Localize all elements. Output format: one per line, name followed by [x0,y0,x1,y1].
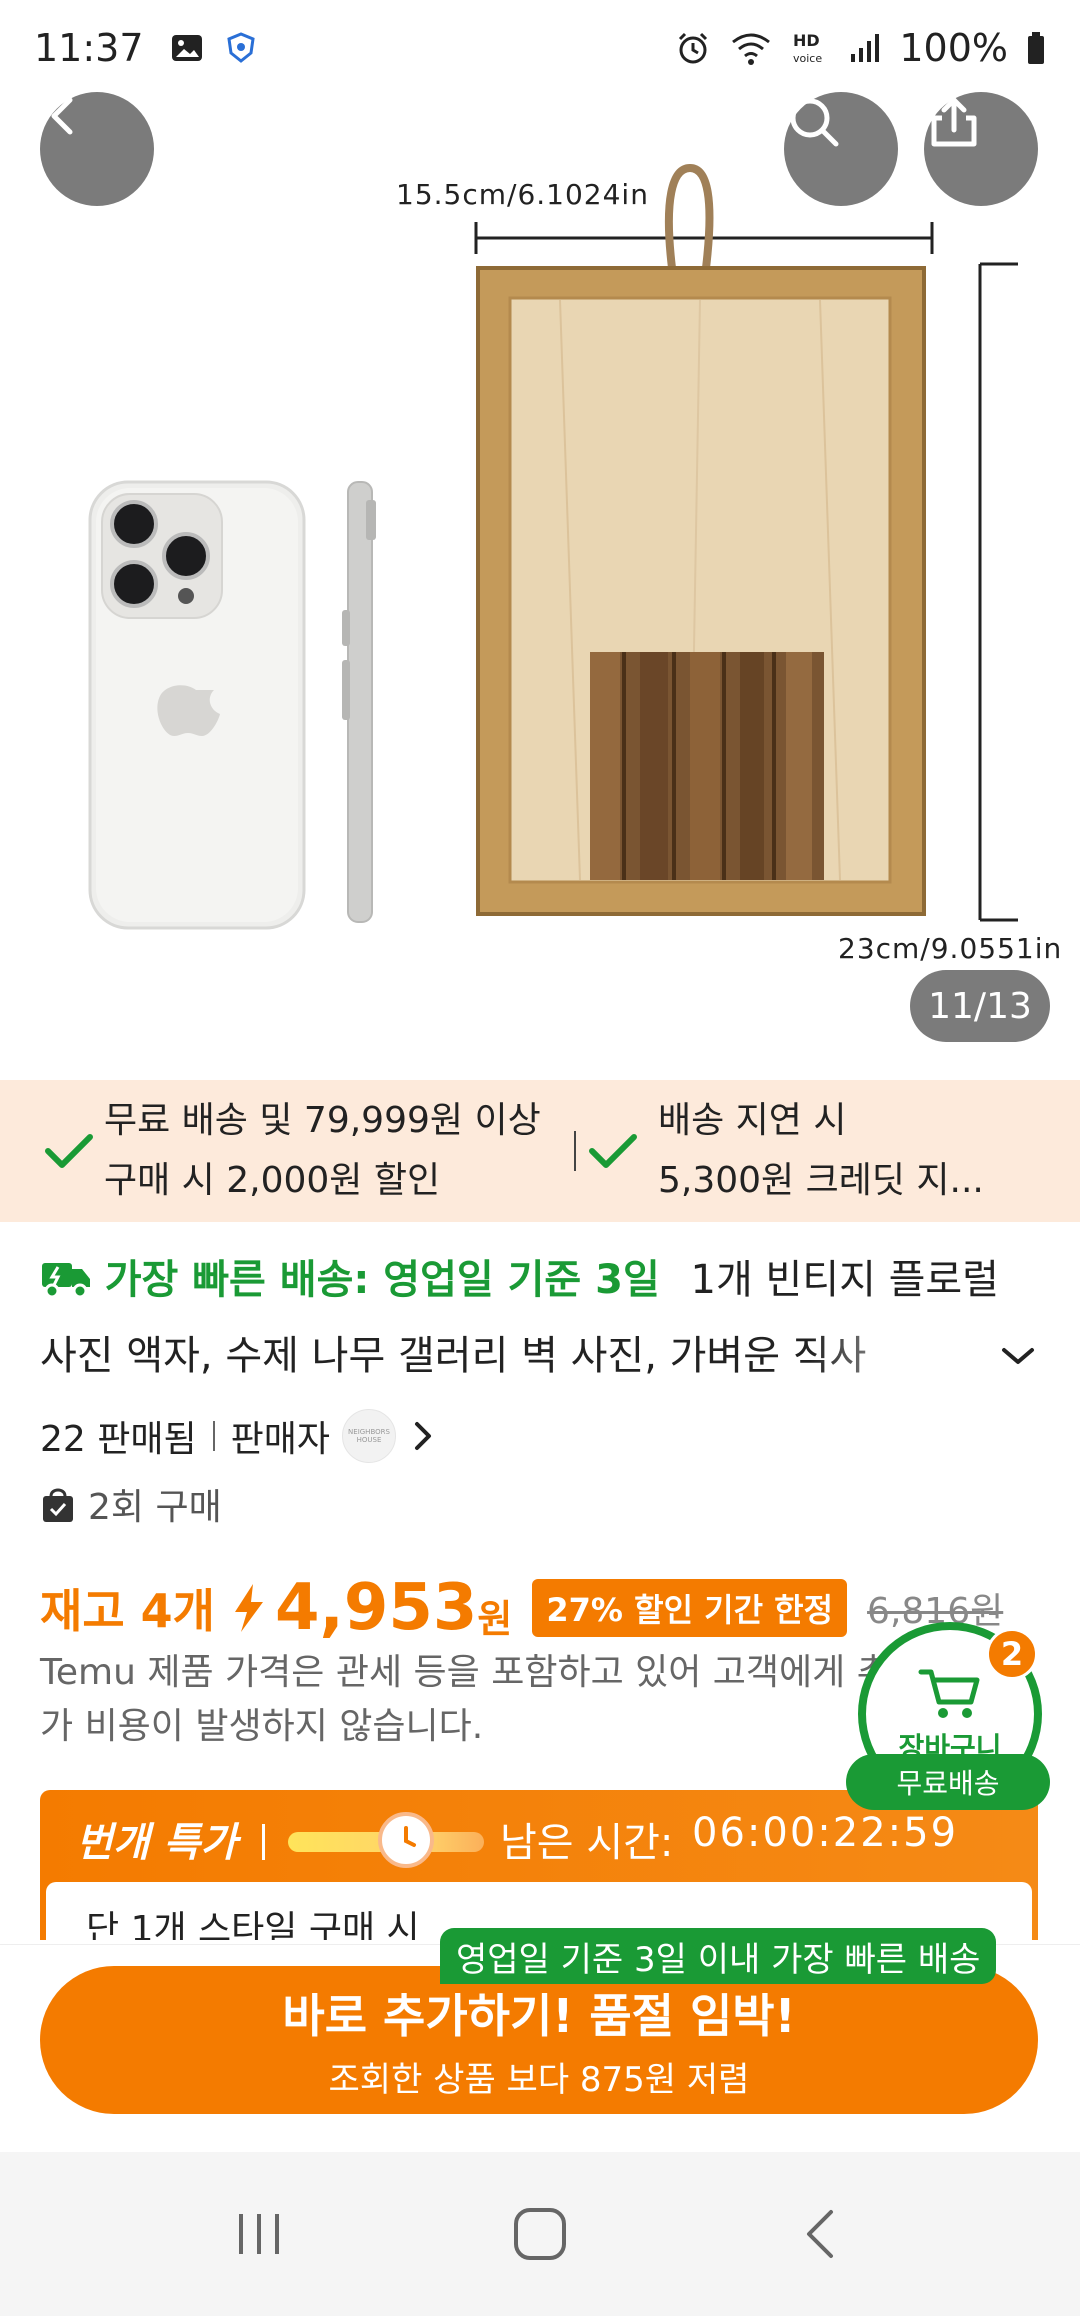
home-button[interactable] [508,2202,572,2266]
status-bar: 11:37 HD voice 100% [0,0,1080,96]
price-amount: 4,953 [274,1571,478,1645]
seller-label: 판매자 [230,1419,330,1460]
search-icon [790,98,839,147]
benefit-2-line1: 배송 지연 시 [658,1100,847,1141]
check-icon [589,1134,637,1168]
system-nav-bar [0,2152,1080,2316]
gallery-icon [171,35,202,61]
cta-sub-label: 조회한 상품 보다 875원 저렴 [328,2059,750,2100]
back-nav-button[interactable] [791,2204,851,2264]
clock-icon [377,1812,434,1868]
divider [212,1421,215,1451]
product-image-gallery[interactable]: 15.5cm/6.1024in 23cm/9.0551in 11/13 [0,0,1080,1076]
cart-free-shipping-badge: 무료배송 [846,1754,1050,1810]
height-dimension-label: 23cm/9.0551in [838,932,1063,965]
benefit-divider [574,1131,576,1171]
cart-count-badge: 2 [986,1628,1038,1680]
svg-text:voice: voice [793,52,822,65]
sold-count: 22 판매됨 [40,1419,197,1460]
battery-icon [1028,32,1044,64]
benefit-1-line2: 구매 시 2,000원 할인 [104,1160,441,1201]
divider [262,1824,265,1860]
cta-main-label: 바로 추가하기! 품절 임박! [282,1988,796,2043]
battery-percent: 100% [899,26,1008,70]
discount-badge: 27% 할인 기간 한정 [532,1579,848,1637]
benefit-2-line2: 5,300원 크레딧 지... [658,1160,984,1201]
free-shipping-benefit: 무료 배송 및 79,999원 이상 구매 시 2,000원 할인 [0,1091,560,1211]
product-title[interactable]: 가장 빠른 배송: 영업일 기준 3일 1개 빈티지 플로럴 [40,1242,1050,1318]
seller-logo: NEIGHBORS HOUSE [342,1409,396,1463]
price-row: 재고 4개 4,953 원 27% 할인 기간 한정 6,816원 [40,1568,1003,1648]
fast-shipping-label: 가장 빠른 배송: 영업일 기준 3일 [104,1257,660,1303]
hd-voice-icon: HD voice [793,31,822,65]
price-currency: 원 [477,1596,513,1641]
flash-sale-banner[interactable]: 번개 특가 남은 시간: 06:00:22:59 단 1개 스타일 구매 시 [40,1790,1038,1940]
truck-icon [42,1263,90,1299]
countdown-timer: 06:00:22:59 [692,1810,959,1856]
flash-sale-text: 단 1개 스타일 구매 시 [86,1909,420,1940]
benefit-1-line1: 무료 배송 및 79,999원 이상 [104,1100,541,1141]
lightning-icon [234,1584,263,1632]
add-to-cart-button[interactable]: 바로 추가하기! 품절 임박! 조회한 상품 보다 875원 저렴 [40,1966,1038,2114]
purchase-count: 2회 구매 [88,1487,222,1528]
alarm-icon [679,32,708,64]
benefits-banner[interactable]: 무료 배송 및 79,999원 이상 구매 시 2,000원 할인 배송 지연 … [0,1080,1080,1222]
title-fade [810,1318,970,1394]
product-photo [88,163,1018,930]
recent-apps-button[interactable] [229,2204,289,2264]
shield-app-icon [226,32,255,63]
check-icon [45,1134,93,1168]
stock-label: 재고 4개 [40,1584,215,1638]
chevron-down-icon[interactable] [1000,1344,1036,1368]
product-title-part1: 1개 빈티지 플로럴 [690,1257,999,1303]
image-counter: 11/13 [910,970,1050,1042]
back-button[interactable] [40,92,154,206]
delay-credit-benefit: 배송 지연 시 5,300원 크레딧 지... [586,1091,1066,1211]
share-icon [931,97,977,147]
status-time: 11:37 [34,26,144,70]
cart-icon [918,1669,980,1718]
tax-note: Temu 제품 가격은 관세 등을 포함하고 있어 고객에게 추가 비용이 발생… [40,1652,890,1747]
share-button[interactable] [924,92,1038,206]
flash-sale-title: 번개 특가 [76,1820,238,1866]
purchase-count-row: 2회 구매 [40,1478,222,1530]
svg-text:HD: HD [793,31,820,50]
search-button[interactable] [784,92,898,206]
seller-row[interactable]: 22 판매됨 판매자 NEIGHBORS HOUSE [40,1409,438,1463]
signal-icon [851,34,880,62]
remaining-time-label: 남은 시간: [500,1820,674,1866]
chevron-left-icon [51,97,73,135]
fast-delivery-tag: 영업일 기준 3일 이내 가장 빠른 배송 [440,1928,997,1984]
width-dimension-label: 15.5cm/6.1024in [396,178,649,211]
chevron-right-icon [415,1422,431,1450]
shopping-bag-icon [43,1488,73,1522]
wifi-icon [732,33,771,65]
